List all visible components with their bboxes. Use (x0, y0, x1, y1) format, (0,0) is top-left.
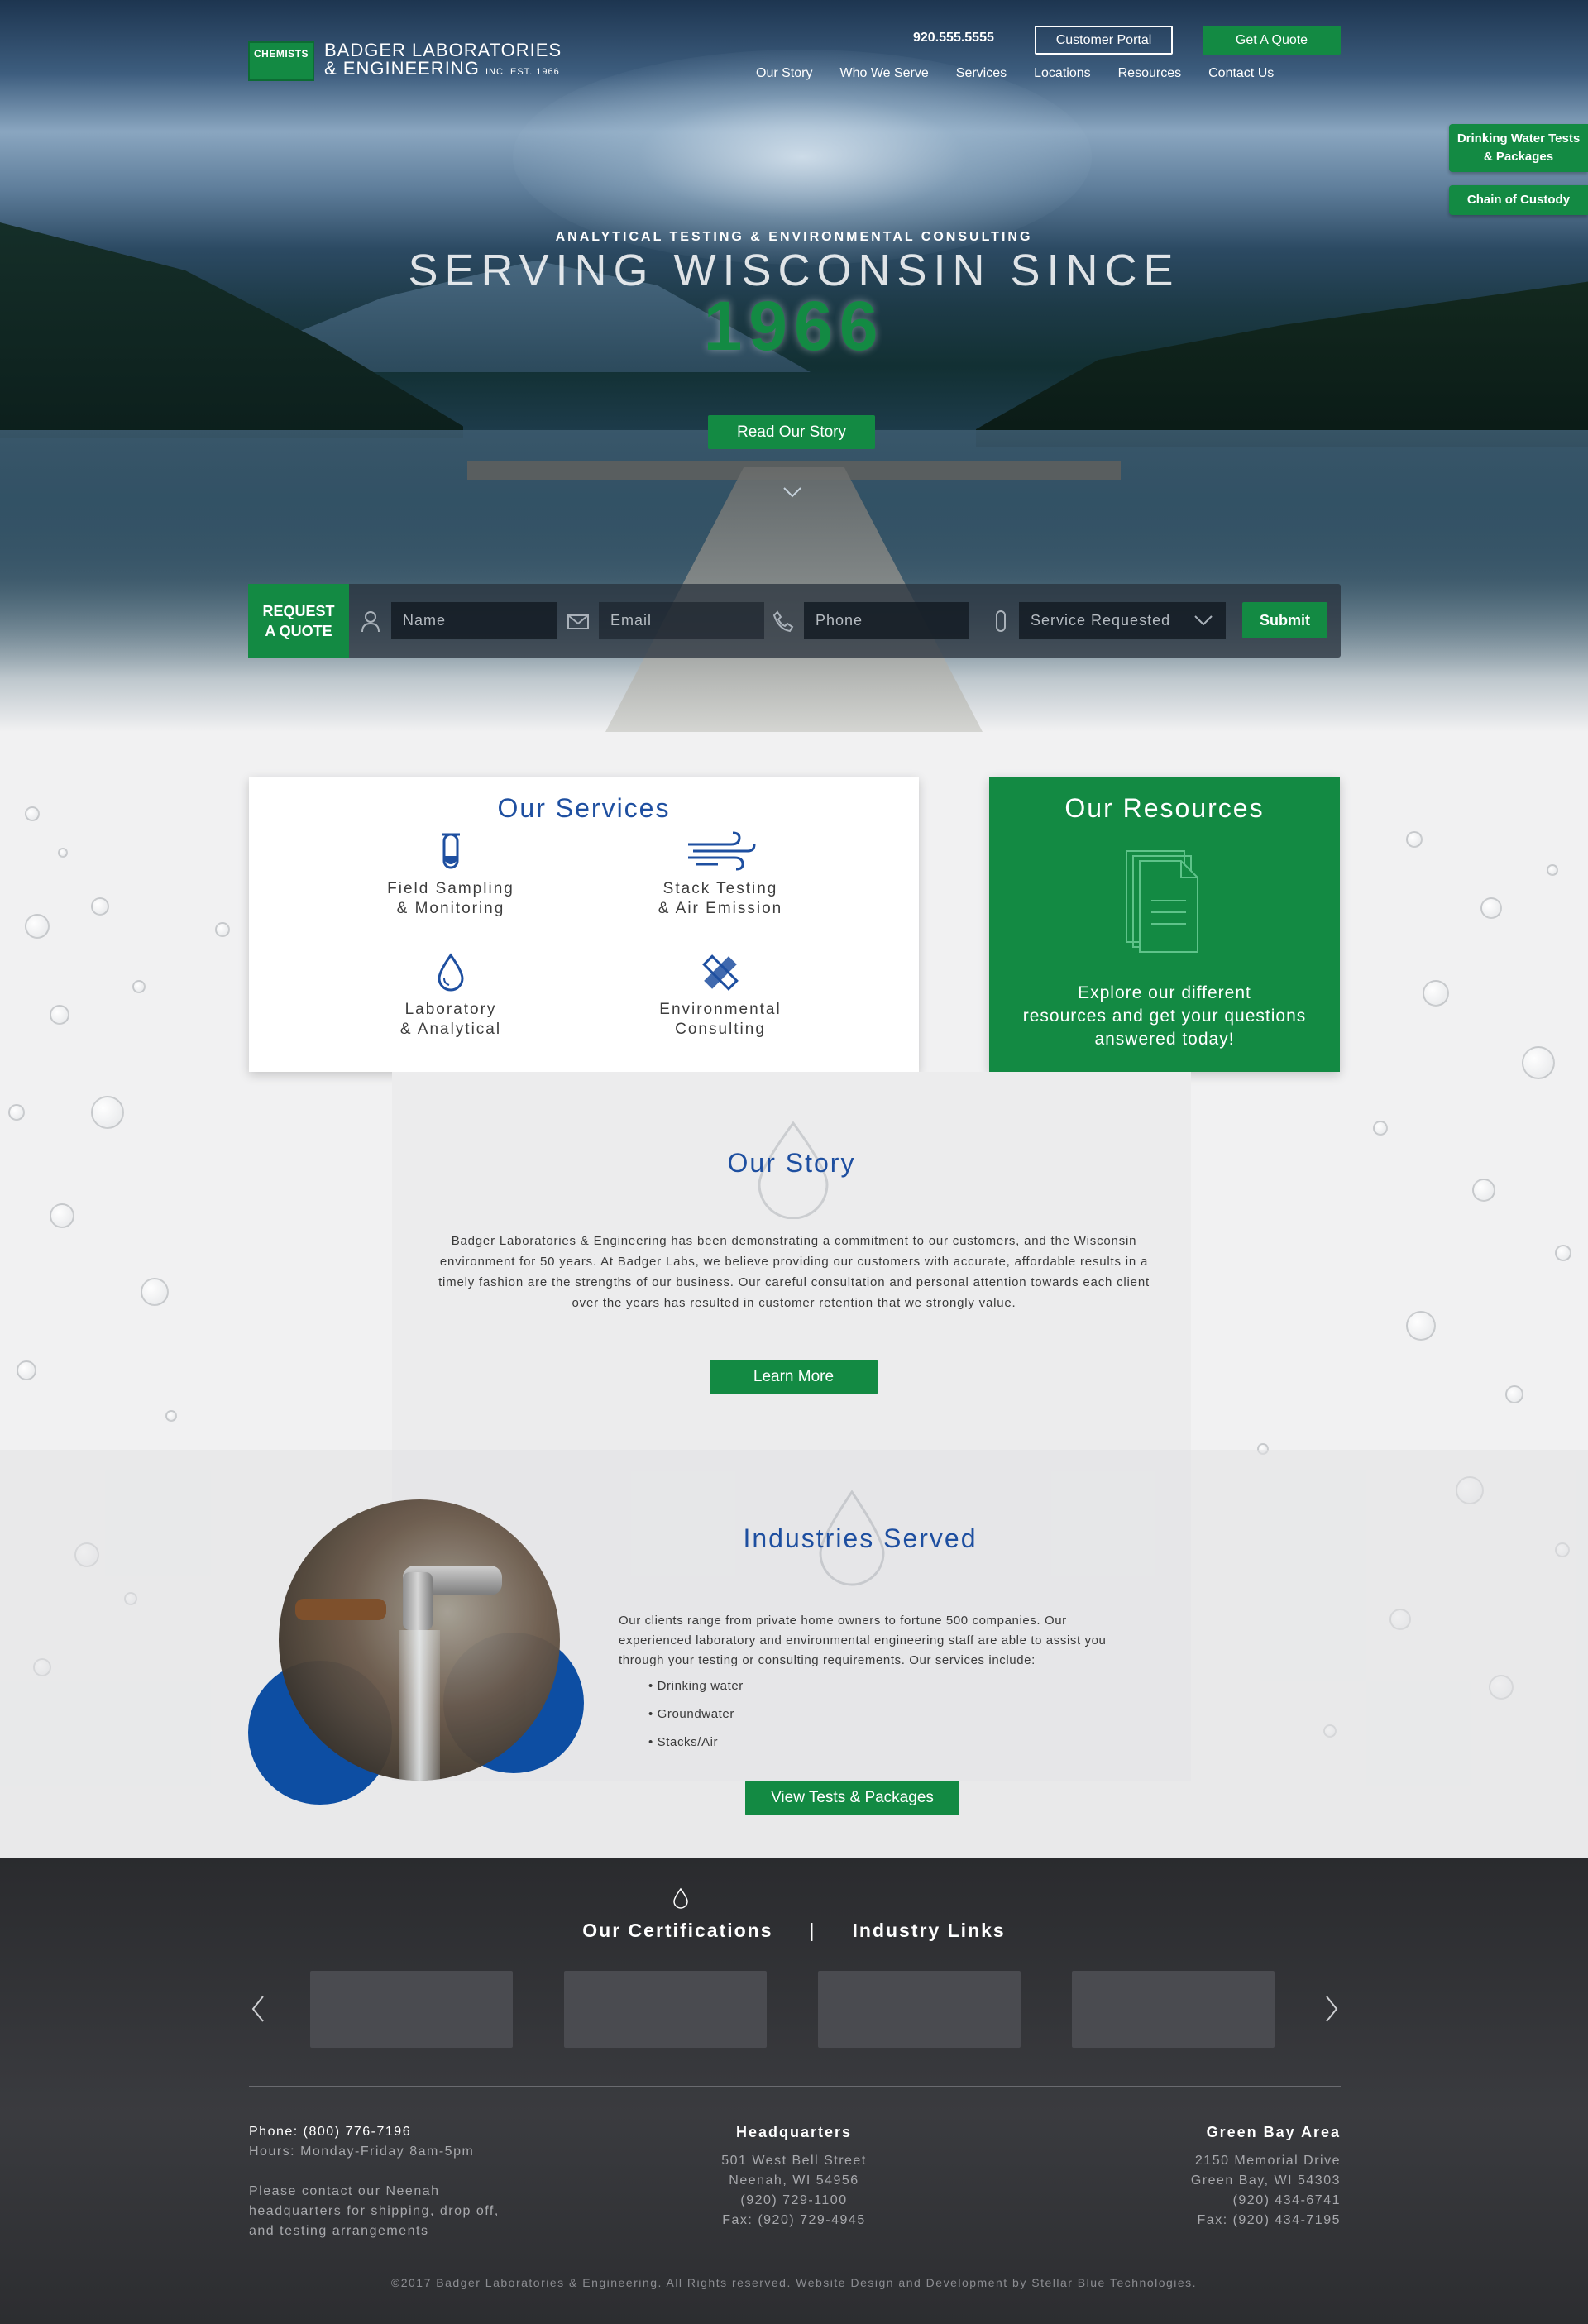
get-a-quote-button[interactable]: Get A Quote (1203, 26, 1341, 55)
service-stack-testing[interactable]: Stack Testing & Air Emission (613, 831, 828, 919)
service-label: Stack Testing & Air Emission (658, 880, 783, 917)
nav-item-locations[interactable]: Locations (1034, 66, 1091, 81)
tools-icon (702, 954, 739, 991)
gb-phone[interactable]: (920) 434-6741 (1092, 2191, 1341, 2211)
read-our-story-button[interactable]: Read Our Story (708, 415, 875, 449)
nav-item-services[interactable]: Services (956, 66, 1007, 81)
service-label: Laboratory & Analytical (399, 1001, 502, 1038)
request-quote-form: REQUEST A QUOTE Name Email Phone Service… (248, 584, 1341, 658)
copyright: ©2017 Badger Laboratories & Engineering.… (390, 2276, 1198, 2289)
test-tube-icon (996, 610, 1006, 632)
footer-hours: Hours: Monday-Friday 8am-5pm (249, 2145, 475, 2159)
resources-title: Our Resources (1064, 793, 1265, 823)
footer-tabs: Our Certifications | Industry Links (0, 1920, 1588, 1942)
footer-note: Please contact our Neenah headquarters f… (249, 2184, 500, 2238)
list-item: Drinking water (648, 1676, 744, 1704)
industries-body: Our clients range from private home owne… (619, 1614, 1107, 1667)
tab-certifications[interactable]: Our Certifications (582, 1920, 772, 1941)
services-card: Our Services Field Sampling & Monitoring… (249, 777, 919, 1072)
nav-item-our-story[interactable]: Our Story (756, 66, 812, 81)
name-input[interactable]: Name (391, 602, 557, 639)
phone-label: Phone: (249, 2125, 299, 2139)
certification-logo-slot[interactable] (818, 1971, 1021, 2048)
site-logo[interactable]: CHEMISTS BADGER LABORATORIES & ENGINEERI… (248, 41, 562, 81)
nav-item-contact-us[interactable]: Contact Us (1208, 66, 1274, 81)
nav-item-who-we-serve[interactable]: Who We Serve (839, 66, 928, 81)
side-tab-chain-of-custody[interactable]: Chain of Custody (1449, 185, 1588, 215)
hq-fax: Fax: (920) 729-4945 (722, 2213, 866, 2227)
customer-portal-button[interactable]: Customer Portal (1035, 26, 1173, 55)
wind-icon (688, 831, 756, 871)
nav-item-resources[interactable]: Resources (1118, 66, 1181, 81)
service-label: Environmental Consulting (659, 1001, 782, 1038)
side-tab-drinking-water[interactable]: Drinking Water Tests & Packages (1449, 124, 1588, 172)
certification-logo-slot[interactable] (1072, 1971, 1275, 2048)
footer-divider (249, 2086, 1341, 2087)
header-phone[interactable]: 920.555.5555 (913, 31, 994, 45)
list-item: Stacks/Air (648, 1732, 744, 1760)
water-drop-icon (438, 953, 464, 992)
gb-title: Green Bay Area (1206, 2124, 1341, 2140)
list-item: Groundwater (648, 1704, 744, 1732)
main-nav: Our Story Who We Serve Services Location… (756, 66, 1274, 81)
tab-separator: | (809, 1920, 816, 1941)
hq-phone[interactable]: (920) 729-1100 (629, 2191, 959, 2211)
industries-title: Industries Served (743, 1523, 978, 1553)
test-tube-icon (442, 833, 460, 869)
gb-fax: Fax: (920) 434-7195 (1197, 2213, 1341, 2227)
hq-address: 501 West Bell Street (721, 2154, 867, 2168)
water-drop-icon (673, 1887, 688, 1909)
faucet-photo (279, 1499, 560, 1781)
chevron-left-icon[interactable] (250, 1995, 266, 2023)
hero-year: 1966 (703, 287, 885, 365)
submit-button[interactable]: Submit (1242, 602, 1327, 638)
chevron-down-icon (1194, 615, 1213, 625)
story-title: Our Story (727, 1148, 856, 1178)
learn-more-button[interactable]: Learn More (710, 1360, 878, 1394)
service-select[interactable]: Service Requested (1019, 602, 1226, 639)
logo-badge-text: CHEMISTS (253, 48, 309, 60)
logo-badge: CHEMISTS (248, 41, 314, 81)
phone-input[interactable]: Phone (804, 602, 969, 639)
phone-icon (772, 610, 794, 633)
envelope-icon (567, 614, 589, 629)
story-body: Badger Laboratories & Engineering has be… (438, 1234, 1150, 1310)
gb-city: Green Bay, WI 54303 (1190, 2173, 1341, 2188)
service-environmental-consulting[interactable]: Environmental Consulting (613, 952, 828, 1040)
certification-logo-slot[interactable] (310, 1971, 513, 2048)
person-icon (361, 611, 380, 633)
certification-logo-slot[interactable] (564, 1971, 767, 2048)
resources-text: Explore our different resources and get … (1022, 983, 1307, 1049)
tab-industry-links[interactable]: Industry Links (853, 1920, 1006, 1941)
service-field-sampling[interactable]: Field Sampling & Monitoring (343, 831, 558, 919)
footer-green-bay: Green Bay Area 2150 Memorial Drive Green… (1092, 2122, 1341, 2231)
service-laboratory[interactable]: Laboratory & Analytical (343, 952, 558, 1040)
services-title: Our Services (497, 793, 671, 823)
email-input[interactable]: Email (599, 602, 764, 639)
hq-city: Neenah, WI 54956 (729, 2173, 859, 2188)
logo-line2: & ENGINEERING (324, 58, 480, 79)
chevron-right-icon[interactable] (1323, 1995, 1340, 2023)
footer-phone[interactable]: (800) 776-7196 (304, 2125, 411, 2139)
hero-kicker: ANALYTICAL TESTING & ENVIRONMENTAL CONSU… (555, 230, 1033, 244)
chevron-down-icon[interactable] (782, 486, 802, 498)
service-select-value: Service Requested (1031, 612, 1171, 629)
footer-headquarters: Headquarters 501 West Bell Street Neenah… (629, 2122, 959, 2231)
resources-card[interactable]: Our Resources Explore our different reso… (989, 777, 1340, 1072)
footer-contact: Phone: (800) 776-7196 Hours: Monday-Frid… (249, 2122, 514, 2241)
service-label: Field Sampling & Monitoring (387, 880, 514, 917)
documents-icon (1126, 850, 1198, 953)
logo-suffix: INC. EST. 1966 (485, 67, 560, 77)
view-tests-packages-button[interactable]: View Tests & Packages (745, 1781, 959, 1815)
logo-line1: BADGER LABORATORIES (324, 40, 562, 60)
gb-address: 2150 Memorial Drive (1194, 2154, 1341, 2168)
logo-wordmark: BADGER LABORATORIES & ENGINEERING INC. E… (324, 41, 562, 81)
hq-title: Headquarters (735, 2124, 853, 2140)
request-quote-label: REQUEST A QUOTE (248, 584, 349, 658)
industries-list: Drinking water Groundwater Stacks/Air (648, 1676, 744, 1760)
